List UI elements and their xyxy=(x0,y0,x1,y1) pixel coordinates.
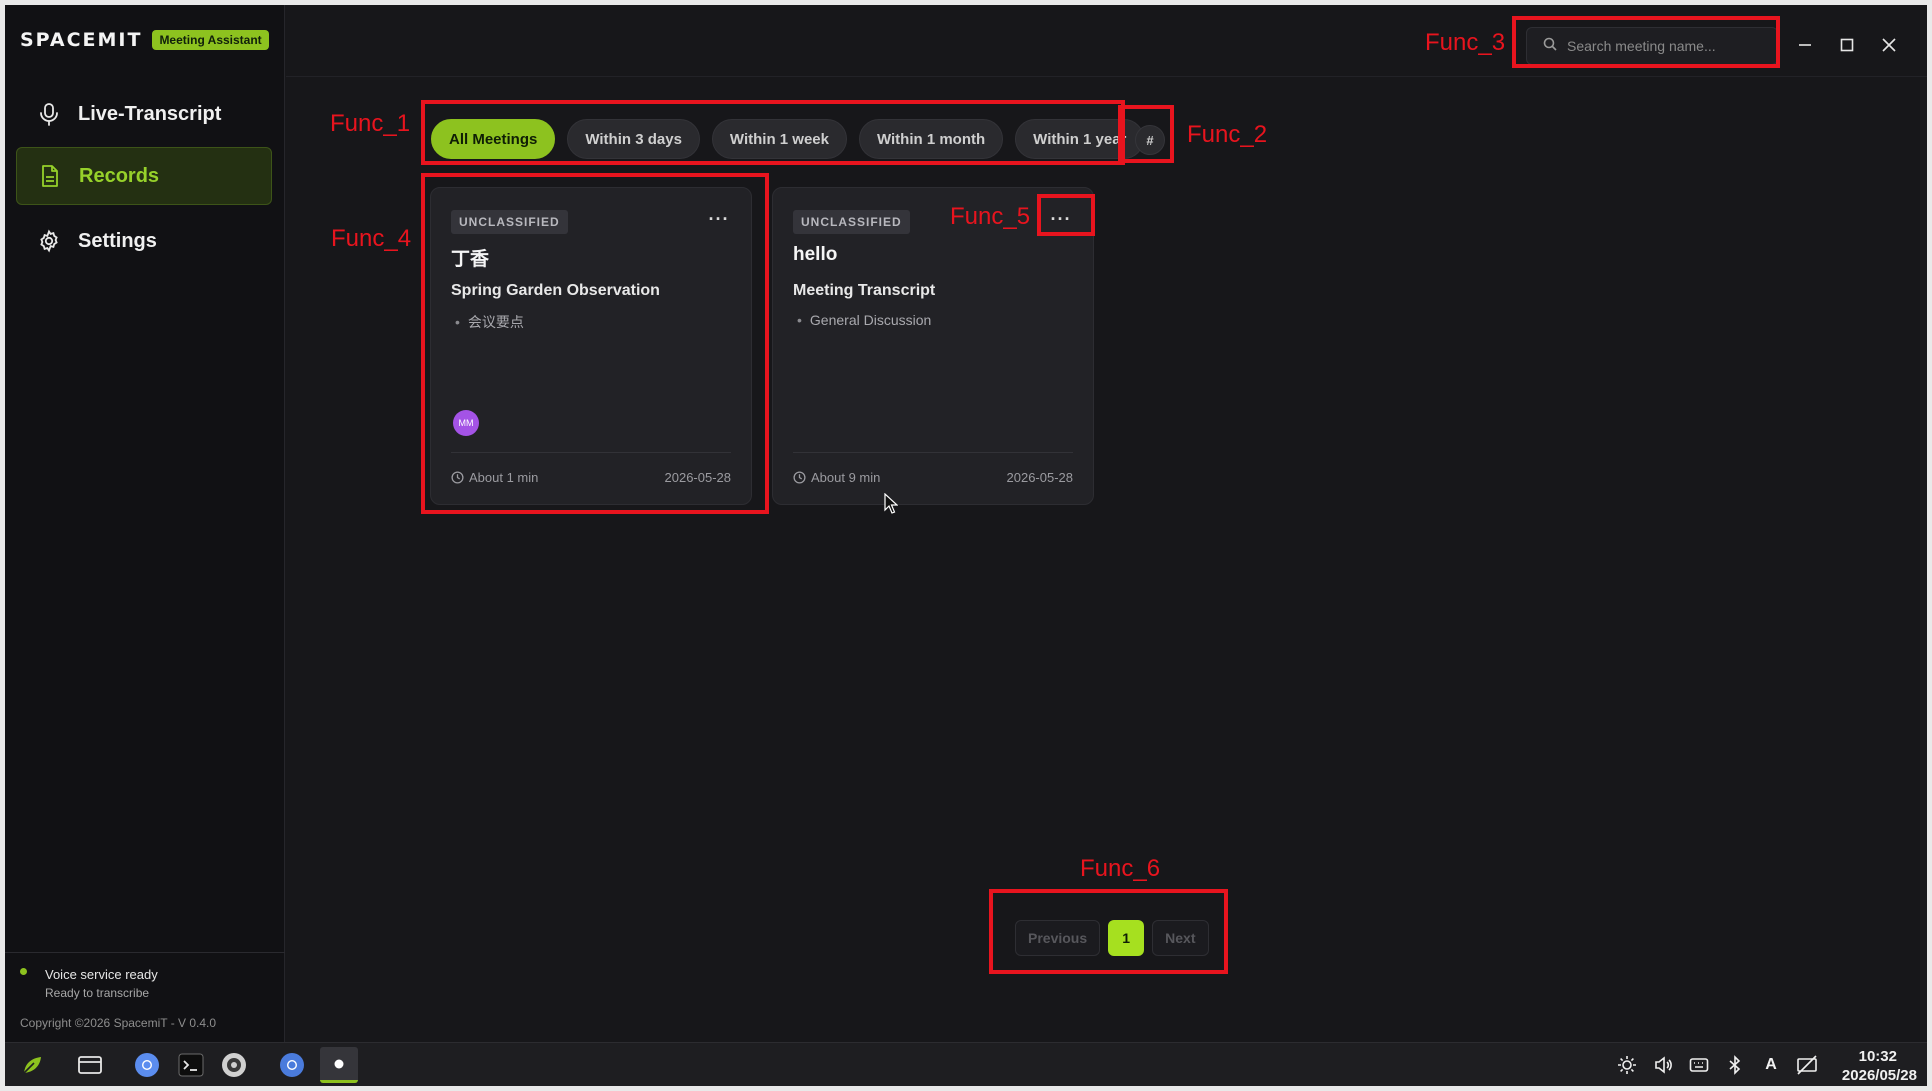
meeting-card[interactable]: UNCLASSIFIED ··· hello Meeting Transcrip… xyxy=(772,187,1094,505)
meeting-subtitle: Spring Garden Observation xyxy=(451,282,660,299)
annotation-label-func-6: Func_6 xyxy=(1080,855,1161,882)
sidebar-item-label: Live-Transcript xyxy=(78,102,222,125)
status-subtitle: Ready to transcribe xyxy=(45,986,150,1000)
duration-text: About 1 min xyxy=(469,470,539,485)
meeting-duration: About 9 min xyxy=(793,470,880,485)
meeting-subtitle: Meeting Transcript xyxy=(793,282,936,299)
category-badge: UNCLASSIFIED xyxy=(451,210,568,234)
meeting-title: 丁香 xyxy=(451,249,490,270)
filter-all-meetings[interactable]: All Meetings xyxy=(431,119,556,159)
app-dot-icon xyxy=(334,1059,344,1068)
top-bar xyxy=(286,5,1927,77)
time-filter-bar: All Meetings Within 3 days Within 1 week… xyxy=(431,119,1145,159)
document-icon xyxy=(37,163,63,189)
duration-text: About 9 min xyxy=(811,470,881,485)
card-divider xyxy=(451,452,731,453)
app-badge: Meeting Assistant xyxy=(152,30,269,50)
clock-date: 2026/05/28 xyxy=(1841,1067,1917,1084)
start-menu-button[interactable] xyxy=(17,1051,47,1079)
annotation-label-func-3: Func_3 xyxy=(1425,29,1506,56)
sidebar: SPACEMIT Meeting Assistant Live-Transcri… xyxy=(5,5,285,1042)
keyboard-icon[interactable] xyxy=(1687,1053,1711,1077)
meeting-assistant-taskbar-button[interactable] xyxy=(320,1047,358,1083)
filter-within-1-year[interactable]: Within 1 year xyxy=(1015,119,1145,159)
maximize-button[interactable] xyxy=(1831,29,1863,61)
chromium-icon xyxy=(280,1053,304,1077)
file-manager-button[interactable] xyxy=(75,1051,105,1079)
window-icon xyxy=(78,1056,102,1074)
clock-icon xyxy=(793,471,806,484)
app-window: SPACEMIT Meeting Assistant Live-Transcri… xyxy=(5,5,1927,1042)
meeting-date: 2026-05-28 xyxy=(664,470,732,485)
annotation-label-func-2: Func_2 xyxy=(1187,121,1268,148)
meeting-key-point: General Discussion xyxy=(793,312,931,328)
previous-page-button[interactable]: Previous xyxy=(1015,920,1101,956)
sidebar-item-records[interactable]: Records xyxy=(16,147,272,205)
brand-logo: SPACEMIT xyxy=(20,29,143,51)
brand: SPACEMIT Meeting Assistant xyxy=(20,29,269,51)
status-title: Voice service ready xyxy=(45,967,158,982)
sidebar-item-live-transcript[interactable]: Live-Transcript xyxy=(16,85,272,143)
search-box[interactable] xyxy=(1526,27,1778,65)
tag-filter-button[interactable]: # xyxy=(1135,125,1165,155)
service-status: Voice service ready Ready to transcribe … xyxy=(5,952,285,1042)
more-options-icon[interactable]: ··· xyxy=(1045,206,1077,232)
gear-icon xyxy=(36,228,62,254)
chromium-icon xyxy=(135,1053,159,1077)
sidebar-item-label: Settings xyxy=(78,229,157,252)
bluetooth-icon[interactable] xyxy=(1723,1053,1747,1077)
pagination: Previous 1 Next xyxy=(1015,920,1209,956)
next-page-button[interactable]: Next xyxy=(1152,920,1209,956)
copyright-text: Copyright ©2026 SpacemiT - V 0.4.0 xyxy=(20,1016,217,1030)
clock-time: 10:32 xyxy=(1858,1048,1897,1065)
status-indicator-dot xyxy=(20,968,27,975)
filter-within-1-week[interactable]: Within 1 week xyxy=(711,119,847,159)
meeting-date: 2026-05-28 xyxy=(1006,470,1074,485)
clock-icon xyxy=(451,471,464,484)
close-icon xyxy=(1882,38,1896,52)
category-badge: UNCLASSIFIED xyxy=(793,210,910,234)
settings-icon xyxy=(222,1053,246,1077)
terminal-icon xyxy=(178,1053,204,1077)
close-button[interactable] xyxy=(1873,29,1905,61)
network-disconnected-icon[interactable] xyxy=(1795,1053,1819,1077)
leaf-logo-icon xyxy=(23,1057,41,1074)
avatar: MM xyxy=(453,410,479,436)
browser-button[interactable] xyxy=(132,1051,162,1079)
card-divider xyxy=(793,452,1073,453)
browser-window-button[interactable] xyxy=(277,1051,307,1079)
input-method-indicator[interactable]: A xyxy=(1759,1053,1783,1077)
annotation-label-func-5: Func_5 xyxy=(950,203,1031,230)
annotation-label-func-4: Func_4 xyxy=(331,225,412,252)
microphone-icon xyxy=(36,101,62,127)
meeting-title: hello xyxy=(793,244,838,265)
taskbar: A 10:32 2026/05/28 xyxy=(5,1042,1927,1086)
mouse-cursor-icon xyxy=(884,492,899,520)
more-options-icon[interactable]: ··· xyxy=(703,206,735,232)
search-icon xyxy=(1543,37,1557,56)
terminal-button[interactable] xyxy=(176,1051,206,1079)
filter-within-1-month[interactable]: Within 1 month xyxy=(858,119,1004,159)
search-input[interactable] xyxy=(1567,38,1757,54)
meeting-card[interactable]: UNCLASSIFIED ··· 丁香 Spring Garden Observ… xyxy=(430,187,752,505)
sidebar-item-settings[interactable]: Settings xyxy=(16,212,272,270)
filter-within-3-days[interactable]: Within 3 days xyxy=(567,119,700,159)
meeting-key-point: 会议要点 xyxy=(451,312,524,332)
annotation-label-func-1: Func_1 xyxy=(330,110,411,137)
minimize-button[interactable] xyxy=(1789,29,1821,61)
volume-icon[interactable] xyxy=(1651,1053,1675,1077)
system-settings-button[interactable] xyxy=(219,1051,249,1079)
page-number-button[interactable]: 1 xyxy=(1108,920,1145,956)
sidebar-item-label: Records xyxy=(79,164,160,187)
brightness-icon[interactable] xyxy=(1615,1053,1639,1077)
meeting-duration: About 1 min xyxy=(451,470,538,485)
minimize-icon xyxy=(1799,44,1811,46)
maximize-icon xyxy=(1840,38,1854,52)
